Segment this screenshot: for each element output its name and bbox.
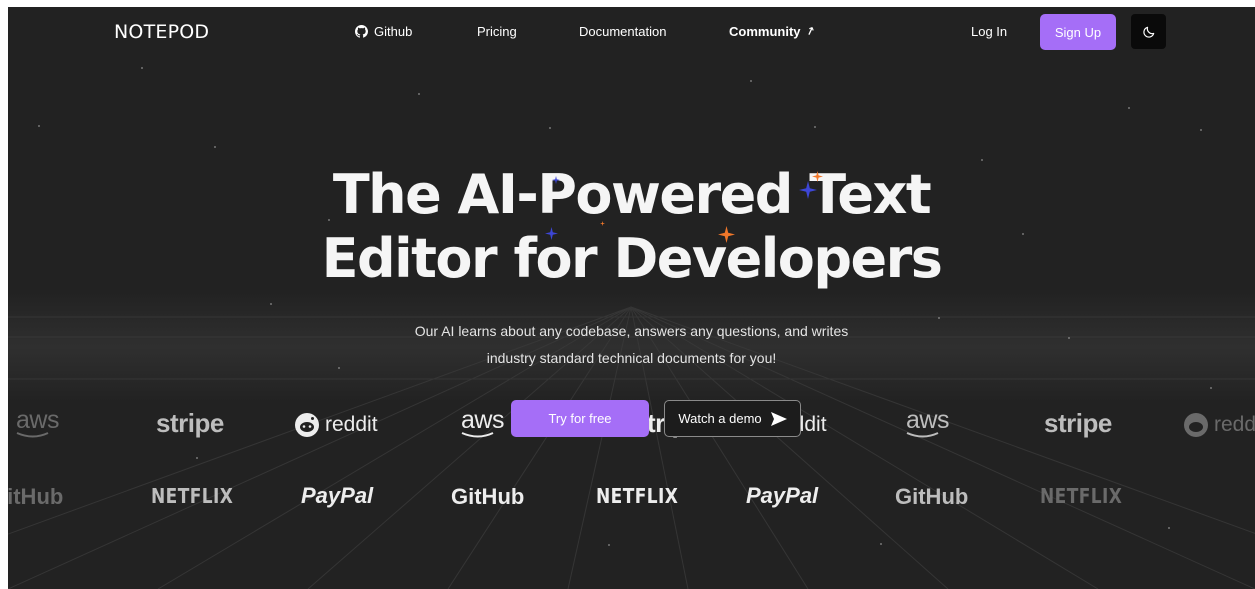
sparkle-icon — [718, 226, 735, 243]
star — [196, 457, 198, 459]
star — [1200, 129, 1202, 131]
aws-smile-icon — [461, 432, 494, 438]
sparkle-icon — [812, 171, 823, 182]
star — [880, 543, 882, 545]
play-icon — [770, 411, 787, 426]
nav-pricing-link[interactable]: Pricing — [477, 24, 517, 39]
star — [214, 146, 216, 148]
logo-stripe: stripe — [156, 408, 224, 438]
star — [981, 159, 983, 161]
star — [750, 80, 752, 82]
sparkle-icon — [552, 176, 560, 184]
hero-subtitle-line-1: Our AI learns about any codebase, answer… — [414, 323, 849, 339]
logo-reddit: reddit — [1184, 413, 1255, 437]
watch-demo-label: Watch a demo — [678, 411, 762, 426]
logo-paypal: PayPal — [746, 483, 819, 508]
aws-smile-icon — [16, 432, 49, 438]
logo-aws: aws — [16, 408, 59, 439]
logo-aws: aws — [461, 408, 504, 439]
logo-aws: aws — [906, 408, 949, 439]
theme-toggle-button[interactable] — [1131, 14, 1166, 49]
brand-logo[interactable]: NOTEPOD — [114, 21, 209, 43]
hero-title-line-1: The AI-Powered Text — [332, 163, 932, 226]
star — [270, 303, 272, 305]
hero-subtitle-line-2: industry standard technical documents fo… — [486, 350, 777, 366]
sparkle-icon — [799, 181, 817, 199]
logo-netflix: NETFLIX — [596, 484, 679, 508]
star — [1128, 107, 1130, 109]
try-for-free-button[interactable]: Try for free — [511, 400, 649, 437]
hero-title: The AI-Powered Text Editor for Developer… — [8, 163, 1255, 291]
logo-netflix: NETFLIX — [1040, 484, 1123, 508]
star — [814, 126, 816, 128]
nav-documentation-link[interactable]: Documentation — [579, 24, 666, 39]
hero-title-line-2: Editor for Developers — [321, 227, 943, 290]
moon-icon — [1142, 26, 1154, 38]
logo-reddit: reddit — [295, 413, 378, 437]
logo-netflix: NETFLIX — [151, 484, 234, 508]
sparkle-icon — [600, 221, 605, 226]
logo-github: GitHub — [451, 484, 525, 509]
sparkle-icon — [545, 227, 558, 240]
signup-button[interactable]: Sign Up — [1040, 14, 1116, 50]
star — [1168, 527, 1170, 529]
reddit-icon — [1184, 413, 1208, 437]
nav-community-link[interactable]: Community ↗ — [729, 24, 817, 40]
reddit-icon — [295, 413, 319, 437]
page-frame: NOTEPOD Github Pricing Documentation Com… — [8, 7, 1255, 589]
nav-github-label: Github — [374, 24, 413, 39]
star — [38, 125, 40, 127]
arrow-up-right-icon: ↗ — [803, 24, 817, 40]
logo-paypal: PayPal — [301, 483, 374, 508]
aws-smile-icon — [906, 432, 939, 438]
watch-demo-button[interactable]: Watch a demo — [664, 400, 801, 437]
nav-community-label: Community — [729, 24, 801, 39]
star — [549, 127, 551, 129]
login-link[interactable]: Log In — [971, 24, 1007, 39]
logo-github: GitHub — [895, 484, 969, 509]
nav-github-link[interactable]: Github — [355, 24, 412, 39]
github-icon — [355, 25, 368, 38]
star — [608, 544, 610, 546]
logo-github: GitHub — [8, 484, 64, 509]
logo-stripe: stripe — [1044, 408, 1112, 438]
star — [141, 67, 143, 69]
star — [1210, 387, 1212, 389]
hero-subtitle: Our AI learns about any codebase, answer… — [8, 318, 1255, 372]
star — [418, 93, 420, 95]
